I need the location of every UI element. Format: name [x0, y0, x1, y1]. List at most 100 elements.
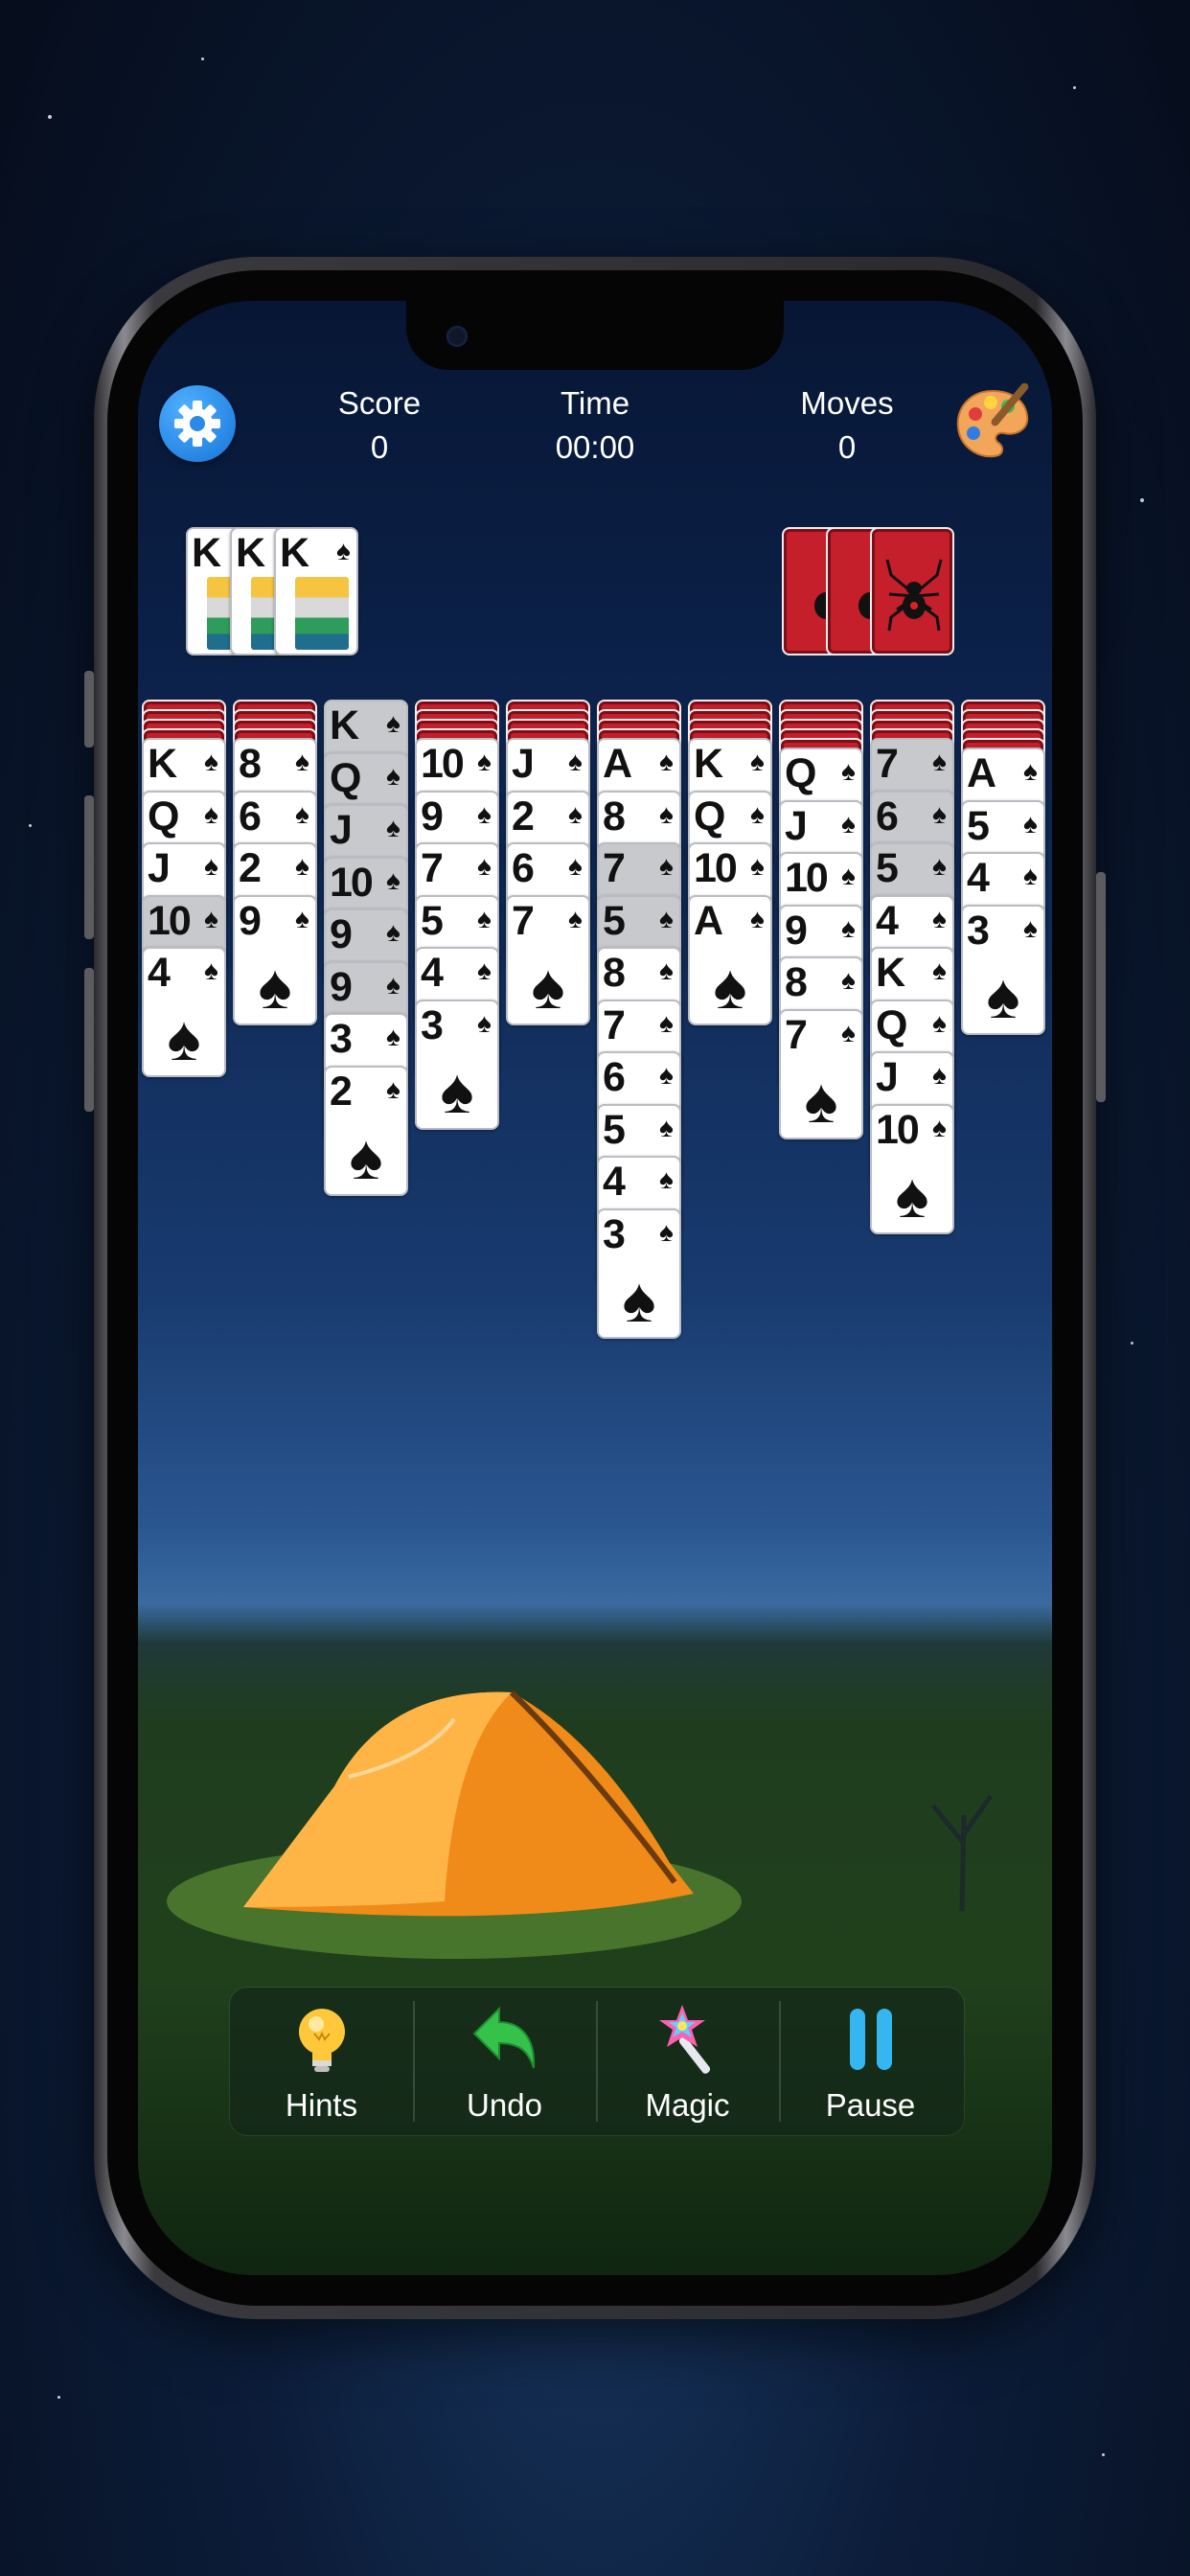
- spade-icon: ♠: [659, 1112, 674, 1142]
- spade-icon: ♠: [1023, 756, 1038, 786]
- spade-icon: ♠: [477, 903, 492, 933]
- card-rank: 8: [603, 793, 626, 840]
- gear-icon: [174, 401, 220, 447]
- spade-icon: ♠: [477, 955, 492, 985]
- card-rank: 6: [876, 793, 899, 840]
- spade-icon: ♠: [386, 969, 400, 1000]
- spade-icon: ♠: [477, 747, 492, 776]
- card-rank: 4: [603, 1159, 626, 1205]
- magic-label: Magic: [645, 2087, 730, 2123]
- playing-card[interactable]: A ♠ ♠: [688, 894, 772, 1025]
- spade-icon: ♠: [386, 1073, 400, 1104]
- playing-card[interactable]: 7 ♠ ♠: [779, 1008, 863, 1139]
- spade-icon: ♠: [659, 747, 674, 776]
- card-rank: A: [603, 741, 632, 787]
- playing-card[interactable]: 3 ♠ ♠: [597, 1208, 681, 1339]
- undo-label: Undo: [467, 2087, 542, 2123]
- spade-icon: ♠: [568, 747, 583, 776]
- spade-icon: ♠: [440, 1054, 474, 1126]
- spade-icon: ♠: [659, 851, 674, 881]
- card-rank: 3: [967, 907, 990, 954]
- card-rank: 3: [603, 1210, 626, 1257]
- spade-icon: ♠: [622, 1263, 656, 1335]
- card-rank: 9: [330, 911, 353, 957]
- playing-card[interactable]: 3 ♠ ♠: [415, 999, 499, 1130]
- card-rank: J: [876, 1054, 899, 1100]
- notch: [406, 301, 784, 370]
- spade-icon: ♠: [295, 851, 309, 881]
- card-rank: 2: [330, 1068, 353, 1115]
- spade-icon: ♠: [477, 851, 492, 881]
- card-back: [870, 527, 954, 656]
- spade-icon: ♠: [204, 747, 218, 776]
- spade-icon: ♠: [659, 1216, 674, 1247]
- spade-icon: ♠: [386, 813, 400, 842]
- card-rank: K: [876, 950, 905, 996]
- spade-icon: ♠: [932, 747, 947, 776]
- spade-icon: ♠: [659, 1060, 674, 1090]
- spade-icon: ♠: [204, 955, 218, 985]
- card-rank: 10: [421, 741, 465, 787]
- time-label: Time: [560, 385, 630, 421]
- card-rank: 10: [148, 897, 192, 944]
- spade-icon: ♠: [568, 903, 583, 933]
- spade-icon: ♠: [1023, 861, 1038, 890]
- spider-icon: [885, 559, 943, 632]
- spade-icon: ♠: [258, 950, 292, 1022]
- spade-icon: ♠: [932, 798, 947, 829]
- spade-icon: ♠: [386, 708, 400, 738]
- spade-icon: ♠: [659, 798, 674, 829]
- spade-icon: ♠: [1023, 808, 1038, 839]
- theme-button[interactable]: [952, 382, 1033, 464]
- playing-card[interactable]: 9 ♠ ♠: [233, 894, 317, 1025]
- card-rank: A: [967, 750, 996, 796]
- spade-icon: ♠: [932, 1007, 947, 1038]
- card-rank: A: [694, 897, 723, 944]
- card-rank: 8: [603, 950, 626, 996]
- playing-card[interactable]: 10 ♠ ♠: [870, 1103, 954, 1234]
- spade-icon: ♠: [841, 861, 856, 890]
- card-rank: 7: [603, 1001, 626, 1048]
- playing-card[interactable]: 7 ♠ ♠: [506, 894, 590, 1025]
- spade-icon: ♠: [1023, 912, 1038, 943]
- volume-down-button: [84, 968, 94, 1112]
- playing-card[interactable]: 3 ♠ ♠: [961, 904, 1045, 1035]
- card-rank: Q: [876, 1001, 907, 1048]
- card-rank: 4: [967, 855, 990, 901]
- spade-icon: ♠: [386, 864, 400, 895]
- spade-icon: ♠: [932, 903, 947, 933]
- hints-label: Hints: [285, 2087, 358, 2123]
- card-rank: 9: [330, 963, 353, 1010]
- card-rank: 10: [694, 845, 738, 891]
- card-rank: K: [330, 702, 359, 748]
- card-rank: J: [785, 802, 808, 849]
- card-rank: K: [192, 530, 221, 576]
- card-rank: 7: [421, 845, 444, 891]
- card-rank: K: [236, 530, 265, 576]
- spade-icon: ♠: [713, 950, 747, 1022]
- moves-label: Moves: [800, 385, 894, 421]
- spade-icon: ♠: [349, 1120, 383, 1192]
- card-rank: 10: [876, 1106, 920, 1153]
- spade-icon: ♠: [204, 903, 218, 933]
- score-label: Score: [337, 385, 422, 421]
- card-rank: 6: [239, 793, 262, 840]
- card-rank: 9: [421, 793, 444, 840]
- spade-icon: ♠: [386, 760, 400, 791]
- spade-icon: ♠: [841, 912, 856, 943]
- card-rank: 3: [330, 1016, 353, 1062]
- spade-icon: ♠: [568, 798, 583, 829]
- settings-button[interactable]: [159, 385, 236, 462]
- card-rank: Q: [330, 754, 361, 801]
- spade-icon: ♠: [750, 903, 765, 933]
- spade-icon: ♠: [386, 1022, 400, 1051]
- spade-icon: ♠: [295, 903, 309, 933]
- card-rank: J: [330, 807, 353, 853]
- power-button: [1096, 872, 1106, 1102]
- spade-icon: ♠: [750, 851, 765, 881]
- spade-icon: ♠: [295, 798, 309, 829]
- spade-icon: ♠: [336, 536, 351, 565]
- spade-icon: ♠: [659, 1007, 674, 1038]
- playing-card[interactable]: 2 ♠ ♠: [324, 1065, 408, 1196]
- playing-card[interactable]: 4 ♠ ♠: [142, 947, 226, 1077]
